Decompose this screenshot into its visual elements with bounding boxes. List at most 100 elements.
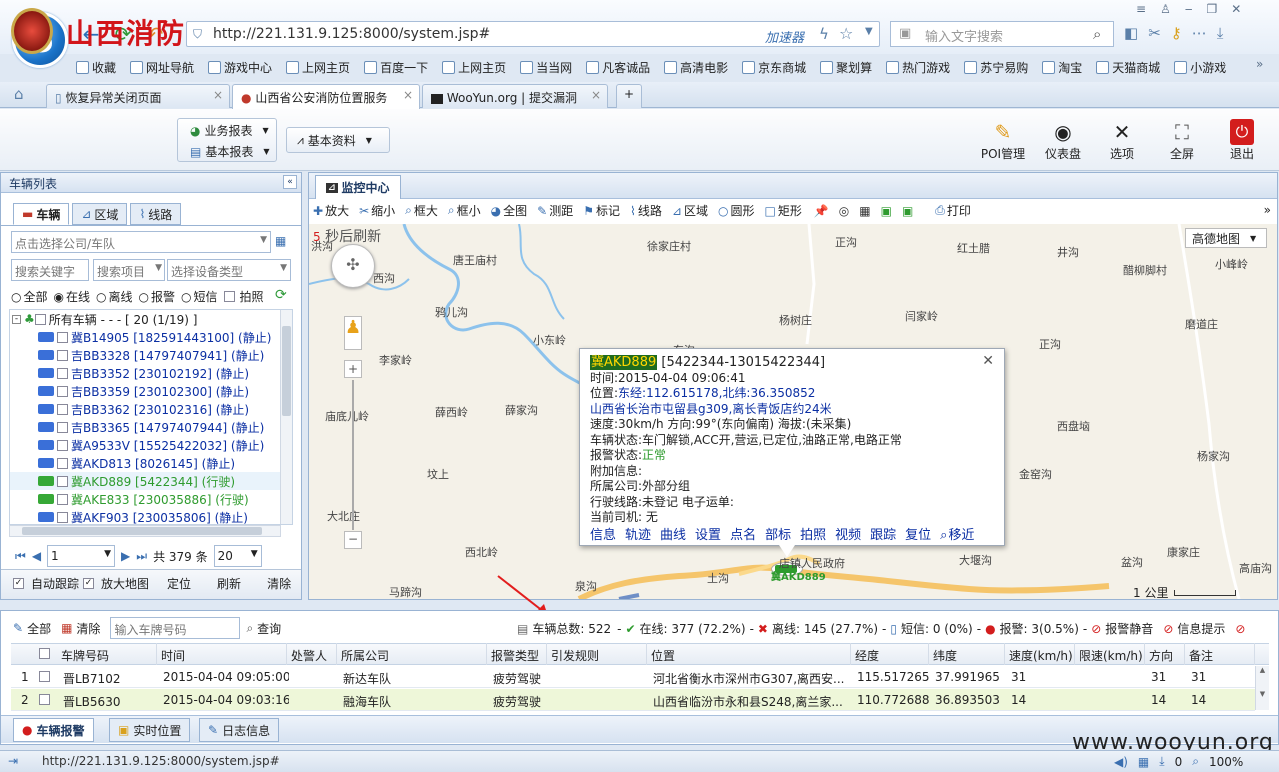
radio-alarm[interactable]: ○ bbox=[139, 290, 149, 304]
vehicle-item[interactable]: 冀B14905 [182591443100] (静止) bbox=[10, 328, 292, 346]
tab-wooyun[interactable]: WooYun.org | 提交漏洞 × bbox=[422, 84, 608, 108]
device-type-select[interactable]: 选择设备类型 ▼ bbox=[167, 259, 291, 281]
vehicle-item[interactable]: 吉BB3352 [230102192] (静止) bbox=[10, 364, 292, 382]
zoom-slider[interactable] bbox=[352, 380, 354, 530]
maximize-icon[interactable]: ❐ bbox=[1206, 2, 1217, 16]
vehicle-checkbox[interactable] bbox=[57, 457, 68, 469]
popup-link[interactable]: 复位 bbox=[905, 528, 931, 544]
column-header[interactable]: 位置 bbox=[647, 643, 851, 665]
column-header[interactable]: 处警人 bbox=[287, 643, 337, 665]
new-tab-button[interactable]: + bbox=[616, 84, 642, 108]
vehicle-item[interactable]: 吉BB3359 [230102300] (静止) bbox=[10, 382, 292, 400]
popup-link[interactable]: 曲线 bbox=[660, 528, 686, 544]
map-view[interactable]: 洪沟 唐王庙村 徐家庄村 正沟 红土腊 井沟 醋柳脚村 小峰岭 西沟 鸦儿沟 杨树庄 闫家岭 磨道庄 小东… bbox=[309, 224, 1277, 599]
dropdown-icon[interactable]: ▼ bbox=[865, 26, 873, 37]
vehicle-checkbox[interactable] bbox=[57, 331, 68, 343]
menu-icon[interactable]: ≡ bbox=[1136, 2, 1146, 16]
vehicle-item[interactable]: 冀AKF903 [230035806] (静止) bbox=[10, 508, 292, 524]
vehicle-item[interactable]: 冀A9533V [15525422032] (静止) bbox=[10, 436, 292, 454]
bookmarks-more-icon[interactable]: » bbox=[1256, 57, 1263, 71]
vehicle-item[interactable]: 冀AKD813 [8026145] (静止) bbox=[10, 454, 292, 472]
key-icon[interactable]: ⚷ bbox=[1171, 24, 1182, 42]
popup-link[interactable]: 视频 bbox=[835, 528, 861, 544]
search-item-select[interactable]: 搜索项目 ▼ bbox=[93, 259, 165, 281]
map-tool-button[interactable]: ✚ 放大 bbox=[313, 202, 349, 219]
map-tool-button[interactable]: ◕ 全图 bbox=[491, 202, 528, 219]
tab-log[interactable]: ✎ 日志信息 bbox=[199, 718, 280, 742]
target-icon[interactable]: ◎ bbox=[839, 204, 849, 218]
bookmark-item[interactable]: 高清电影 bbox=[664, 59, 728, 76]
vehicle-checkbox[interactable] bbox=[57, 367, 68, 379]
bookmark-item[interactable]: 淘宝 bbox=[1042, 59, 1082, 76]
minimize-icon[interactable]: ‒ bbox=[1185, 2, 1193, 16]
zoom-in-icon[interactable]: + bbox=[344, 360, 362, 378]
bookmark-item[interactable]: 小游戏 bbox=[1174, 59, 1226, 76]
grid-scrollbar[interactable]: ▲ ▼ bbox=[1255, 666, 1269, 710]
column-header[interactable]: 时间 bbox=[157, 643, 287, 665]
close-icon[interactable]: × bbox=[591, 88, 601, 102]
logout-button[interactable]: ⏻ 退出 bbox=[1214, 119, 1270, 162]
tab-area[interactable]: ⊿ 区域 bbox=[72, 203, 128, 225]
radio-all[interactable]: ○ bbox=[11, 290, 21, 304]
vehicle-checkbox[interactable] bbox=[57, 511, 68, 523]
bookmark-item[interactable]: 当当网 bbox=[520, 59, 572, 76]
bookmark-item[interactable]: 热门游戏 bbox=[886, 59, 950, 76]
pushpin-icon[interactable]: 📌 bbox=[814, 204, 829, 218]
vehicle-item[interactable]: 冀AKE833 [230035886] (行驶) bbox=[10, 490, 292, 508]
popup-link[interactable]: 部标 bbox=[765, 528, 791, 544]
vehicle-checkbox[interactable] bbox=[57, 475, 68, 487]
popup-link[interactable]: 点名 bbox=[730, 528, 756, 544]
map-tool-button[interactable]: ⊿ 区域 bbox=[672, 202, 708, 219]
bookmark-item[interactable]: 凡客诚品 bbox=[586, 59, 650, 76]
grid-icon[interactable]: ▦ bbox=[859, 204, 870, 218]
calendar-icon[interactable]: ▦ bbox=[1138, 755, 1149, 769]
volume-icon[interactable]: ◀) bbox=[1114, 755, 1128, 769]
notice-button[interactable]: 信息提示 bbox=[1177, 620, 1225, 637]
poi-button[interactable]: ✎ POI管理 bbox=[975, 119, 1031, 162]
vehicle-checkbox[interactable] bbox=[57, 493, 68, 505]
page-input[interactable]: 1 ▼ bbox=[47, 545, 116, 567]
keyword-input[interactable]: 搜索关键字 bbox=[11, 259, 89, 281]
row-checkbox[interactable] bbox=[39, 671, 50, 682]
tree-root[interactable]: - ♣ 所有车辆 - - - [ 20 (1/19) ] bbox=[10, 310, 292, 328]
business-report-button[interactable]: ◕ 业务报表 ▼ bbox=[190, 122, 269, 139]
close-icon[interactable]: × bbox=[403, 88, 413, 102]
export-icon[interactable]: ▣ bbox=[881, 204, 892, 218]
radio-online[interactable]: ◉ bbox=[54, 290, 64, 304]
column-header[interactable]: 方向 bbox=[1145, 643, 1185, 665]
vehicle-checkbox[interactable] bbox=[57, 349, 68, 361]
column-header[interactable]: 纬度 bbox=[929, 643, 1005, 665]
address-bar[interactable]: ⛉ http://221.131.9.125:8000/system.jsp# … bbox=[186, 21, 880, 47]
fleet-icon[interactable]: ▦ bbox=[275, 234, 286, 248]
bookmark-item[interactable]: 上网主页 bbox=[286, 59, 350, 76]
tab-realtime[interactable]: ▣ 实时位置 bbox=[109, 718, 191, 742]
options-button[interactable]: ✕ 选项 bbox=[1094, 119, 1150, 162]
vehicle-item[interactable]: 吉BB3328 [14797407941] (静止) bbox=[10, 346, 292, 364]
bookmark-item[interactable]: 百度一下 bbox=[364, 59, 428, 76]
map-tool-button[interactable]: ⌕ 框小 bbox=[448, 202, 481, 219]
zoom-out-icon[interactable]: − bbox=[344, 531, 362, 549]
basic-report-button[interactable]: ▤ 基本报表 ▼ bbox=[190, 143, 270, 160]
zoom-icon[interactable]: ⌕ bbox=[1192, 754, 1199, 769]
bookmark-item[interactable]: 聚划算 bbox=[820, 59, 872, 76]
radio-offline[interactable]: ○ bbox=[96, 290, 106, 304]
popup-link[interactable]: 轨迹 bbox=[625, 528, 651, 544]
company-select[interactable]: 点击选择公司/车队 ▼ bbox=[11, 231, 271, 253]
clear-button[interactable]: 清除 bbox=[267, 575, 291, 592]
vehicle-checkbox[interactable] bbox=[57, 439, 68, 451]
map-tool-button[interactable]: ⎙ 打印 bbox=[935, 202, 971, 219]
tree-checkbox[interactable] bbox=[34, 313, 46, 325]
tab-monitor-center[interactable]: ⊿ 监控中心 bbox=[315, 175, 401, 199]
tab-route[interactable]: ⌇ 线路 bbox=[130, 203, 182, 225]
search-engine-icon[interactable]: ▣ bbox=[899, 26, 911, 41]
sidebar-toggle-icon[interactable]: ⇥ bbox=[8, 754, 18, 768]
accelerator-label[interactable]: 加速器 bbox=[765, 27, 804, 46]
home-icon[interactable]: ⌂ bbox=[14, 85, 24, 103]
map-type-select[interactable]: 高德地图 ▼ bbox=[1185, 228, 1267, 248]
next-page-icon[interactable]: ▶ bbox=[121, 549, 130, 563]
tree-hscrollbar[interactable] bbox=[9, 525, 281, 537]
skin-icon[interactable]: ♙ bbox=[1160, 2, 1171, 16]
fullscreen-button[interactable]: ⛶ 全屏 bbox=[1154, 119, 1210, 162]
extension-icon[interactable]: ◧ bbox=[1124, 24, 1138, 42]
dashboard-button[interactable]: ◉ 仪表盘 bbox=[1035, 119, 1091, 162]
